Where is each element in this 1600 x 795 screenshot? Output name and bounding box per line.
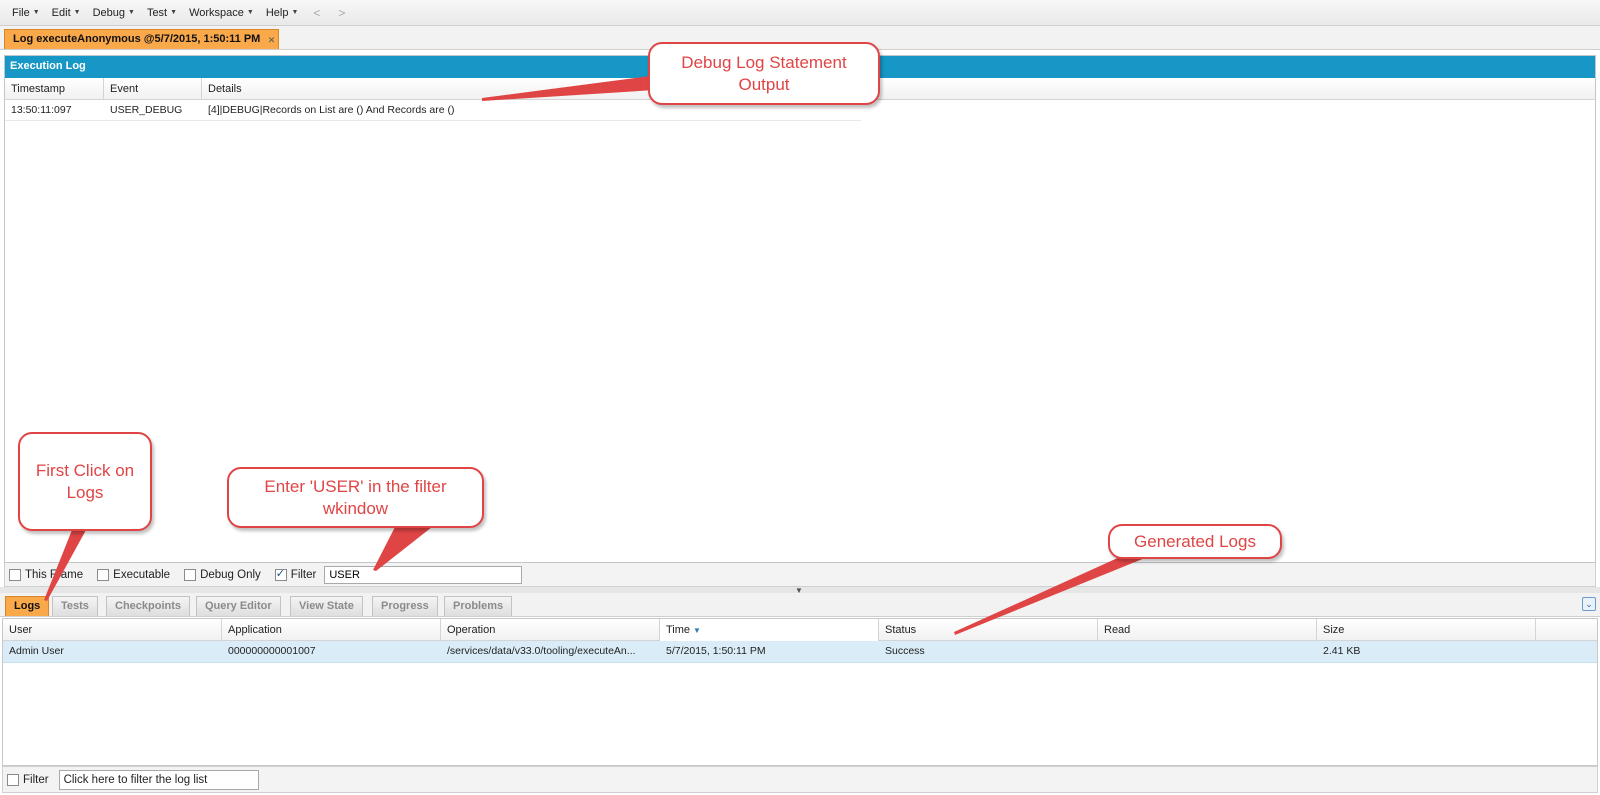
cell-read	[1098, 641, 1317, 662]
this-frame-label: This Frame	[25, 568, 84, 581]
logs-table: User Application Operation Time ▼ Status …	[2, 618, 1598, 766]
caret-down-icon: ▼	[246, 9, 254, 16]
logs-filter-input[interactable]	[58, 769, 259, 790]
sort-descending-icon: ▼	[693, 626, 701, 635]
this-frame-checkbox[interactable]	[9, 568, 21, 581]
menu-edit[interactable]: Edit ▼	[46, 3, 87, 23]
debug-only-label: Debug Only	[200, 568, 261, 581]
menu-debug[interactable]: Debug ▼	[87, 3, 141, 23]
menu-workspace-label: Workspace	[189, 6, 244, 19]
column-header-user[interactable]: User	[3, 619, 222, 641]
cell-status: Success	[885, 645, 925, 657]
cell-application: 000000000001007	[228, 645, 316, 657]
cell-timestamp: 13:50:11:097	[11, 104, 72, 116]
doc-tab-label: Log executeAnonymous @5/7/2015, 1:50:11 …	[13, 33, 261, 45]
menu-test[interactable]: Test ▼	[141, 3, 183, 23]
menu-file-label: File	[12, 6, 30, 19]
caret-down-icon: ▼	[128, 9, 135, 16]
tab-view-state[interactable]: View State	[290, 596, 363, 616]
callout-first-click: First Click on Logs	[18, 432, 152, 531]
tab-log-execute-anonymous[interactable]: Log executeAnonymous @5/7/2015, 1:50:11 …	[4, 29, 280, 50]
filter-checkbox[interactable]	[274, 567, 287, 581]
callout-debug-output: Debug Log Statement Output	[648, 42, 880, 105]
menu-workspace[interactable]: Workspace ▼	[183, 3, 260, 23]
tab-progress[interactable]: Progress	[372, 596, 438, 616]
menu-bar: File ▼ Edit ▼ Debug ▼ Test ▼ Workspace ▼ Help…	[0, 0, 1600, 26]
menu-debug-label: Debug	[92, 6, 125, 19]
column-header-application[interactable]: Application	[222, 619, 441, 641]
back-arrow-icon[interactable]: <	[304, 6, 329, 20]
logs-filter-bar: Filter	[2, 766, 1598, 793]
table-row[interactable]: Admin User 000000000001007 /services/dat…	[3, 641, 1597, 663]
executable-label: Executable	[113, 568, 171, 581]
forward-arrow-icon[interactable]: >	[329, 6, 354, 20]
logs-header-row: User Application Operation Time ▼ Status …	[3, 619, 1597, 641]
callout-generated-logs: Generated Logs	[1108, 524, 1282, 559]
tab-logs[interactable]: Logs	[5, 596, 50, 616]
caret-down-icon: ▼	[73, 9, 81, 16]
column-header-event[interactable]: Event	[104, 78, 202, 100]
cell-event: USER_DEBUG	[110, 104, 183, 116]
execution-log-filter-bar: This Frame Executable Debug Only Filter	[4, 563, 1596, 587]
tab-query-editor[interactable]: Query Editor	[196, 596, 281, 616]
cell-size: 2.41 KB	[1323, 645, 1361, 657]
collapse-panel-icon[interactable]: ⌄	[1582, 597, 1596, 611]
column-header-time[interactable]: Time ▼	[660, 619, 879, 641]
filter-label: Filter	[290, 568, 317, 581]
logs-filter-checkbox[interactable]	[7, 773, 19, 786]
bottom-tab-strip: Logs Tests Checkpoints Query Editor View…	[0, 593, 1600, 617]
column-header-status[interactable]: Status	[879, 619, 1098, 641]
caret-down-icon: ▼	[170, 9, 178, 16]
column-header-details[interactable]: Details	[202, 78, 1595, 100]
caret-down-icon: ▼	[32, 9, 40, 16]
logs-filter-label: Filter	[23, 773, 49, 786]
callout-enter-user: Enter 'USER' in the filter wkindow	[227, 467, 484, 528]
menu-test-label: Test	[146, 6, 168, 19]
menu-edit-label: Edit	[51, 6, 71, 19]
column-header-operation[interactable]: Operation	[441, 619, 660, 641]
tab-checkpoints[interactable]: Checkpoints	[106, 596, 191, 616]
column-header-timestamp[interactable]: Timestamp	[5, 78, 104, 100]
time-header-label: Time	[666, 624, 691, 636]
menu-help[interactable]: Help ▼	[260, 3, 305, 23]
tab-tests[interactable]: Tests	[52, 596, 98, 616]
close-icon[interactable]: ✕	[268, 31, 276, 50]
menu-help-label: Help	[265, 6, 289, 19]
caret-down-icon: ▼	[291, 9, 299, 16]
execution-log-filter-input[interactable]	[324, 565, 523, 584]
column-header-size[interactable]: Size	[1317, 619, 1536, 641]
cell-time: 5/7/2015, 1:50:11 PM	[666, 645, 766, 657]
tab-problems[interactable]: Problems	[444, 596, 513, 616]
column-header-read[interactable]: Read	[1098, 619, 1317, 641]
debug-only-checkbox[interactable]	[184, 568, 197, 581]
menu-file[interactable]: File ▼	[6, 3, 46, 23]
executable-checkbox[interactable]	[97, 568, 110, 581]
cell-user: Admin User	[9, 645, 64, 657]
cell-operation: /services/data/v33.0/tooling/executeAn..…	[447, 645, 636, 657]
